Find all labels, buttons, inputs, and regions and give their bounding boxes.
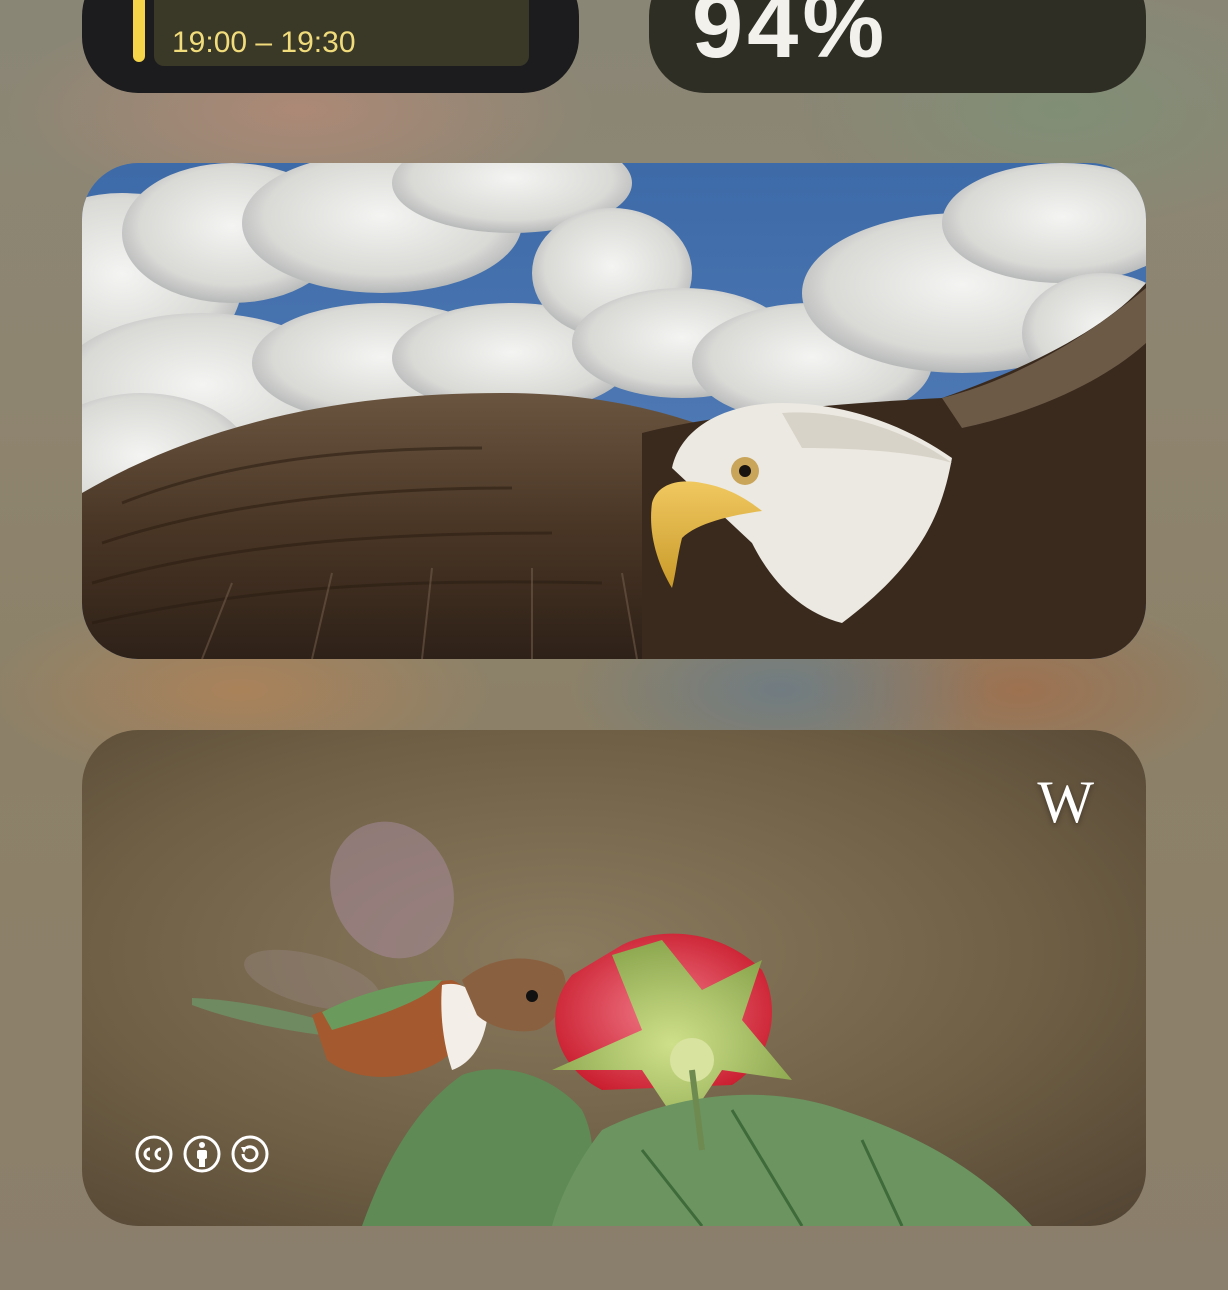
eagle-photo (82, 163, 1146, 659)
license-badges (134, 1134, 270, 1174)
photos-widget[interactable] (82, 163, 1146, 659)
share-alike-icon (231, 1135, 269, 1173)
event-color-bar (133, 0, 145, 62)
battery-percentage: 94% (692, 0, 889, 77)
event-time: 19:00 – 19:30 (172, 26, 356, 59)
cc-icon (135, 1135, 173, 1173)
by-attribution-icon (183, 1135, 221, 1173)
wikipedia-widget[interactable]: W (82, 730, 1146, 1226)
wikipedia-logo: W (1037, 769, 1094, 835)
